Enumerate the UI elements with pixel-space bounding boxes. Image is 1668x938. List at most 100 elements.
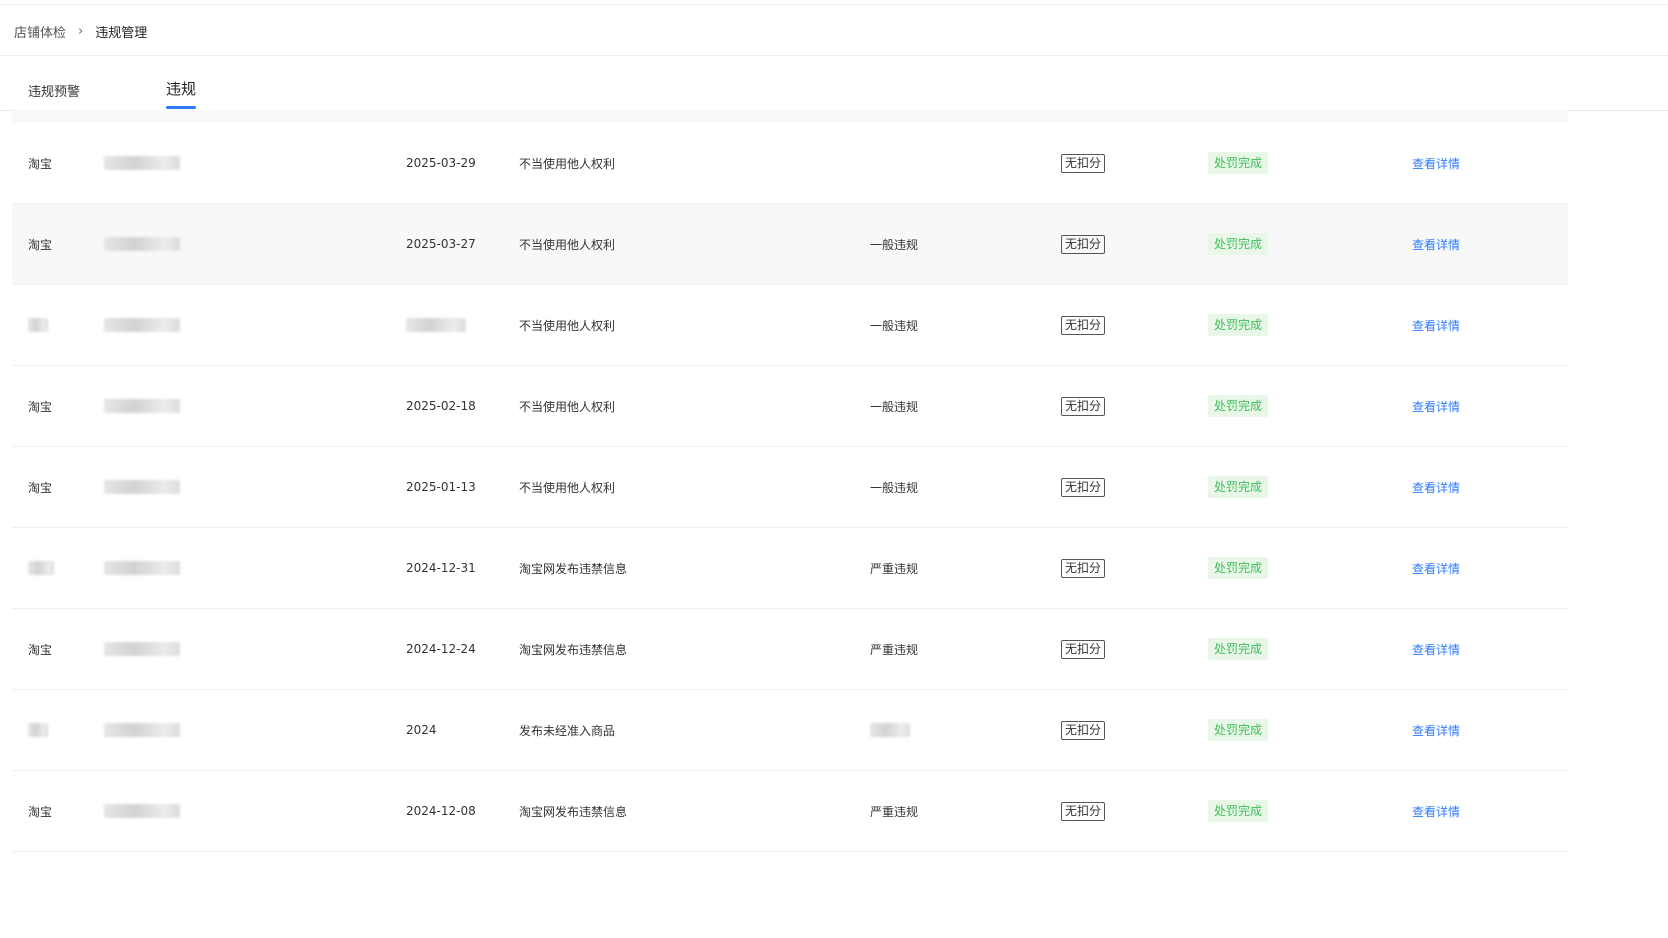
action-cell: 查看详情 <box>1412 528 1460 608</box>
points-cell: 无扣分 <box>1061 366 1106 446</box>
platform-cell: 淘宝 <box>28 399 53 414</box>
platform-cell <box>28 690 48 770</box>
shop-name-cell <box>104 204 180 284</box>
points-tag: 无扣分 <box>1061 801 1106 821</box>
status-badge: 处罚完成 <box>1208 314 1269 336</box>
status-badge: 处罚完成 <box>1208 800 1269 822</box>
shop-name-cell <box>104 528 180 608</box>
level-cell: 一般违规 <box>870 237 919 252</box>
reason-cell: 不当使用他人权利 <box>519 318 616 333</box>
view-detail-link[interactable]: 查看详情 <box>1412 641 1460 658</box>
platform-cell: 淘宝 <box>28 237 53 252</box>
table-row: 2024-12-31 淘宝网发布违禁信息 严重违规 无扣分 处罚完成 查看详情 <box>12 528 1568 609</box>
points-tag: 无扣分 <box>1061 639 1106 659</box>
status-cell: 处罚完成 <box>1208 771 1269 851</box>
platform-cell: 淘宝 <box>28 804 53 819</box>
platform-cell: 淘宝 <box>28 156 53 171</box>
shop-name-cell <box>104 690 180 770</box>
action-cell: 查看详情 <box>1412 771 1460 851</box>
platform-redacted <box>28 561 54 575</box>
level-cell: 严重违规 <box>870 561 919 576</box>
status-cell: 处罚完成 <box>1208 204 1269 284</box>
shop-name-redacted <box>104 723 180 737</box>
reason-cell: 不当使用他人权利 <box>519 156 616 171</box>
points-tag: 无扣分 <box>1061 558 1106 578</box>
status-cell: 处罚完成 <box>1208 528 1269 608</box>
status-badge: 处罚完成 <box>1208 638 1269 660</box>
points-tag: 无扣分 <box>1061 315 1106 335</box>
platform-cell: 淘宝 <box>28 480 53 495</box>
date-cell: 2024-12-24 <box>406 642 476 656</box>
points-cell: 无扣分 <box>1061 771 1106 851</box>
view-detail-link[interactable]: 查看详情 <box>1412 560 1460 577</box>
points-cell: 无扣分 <box>1061 285 1106 365</box>
status-cell: 处罚完成 <box>1208 285 1269 365</box>
points-tag: 无扣分 <box>1061 720 1106 740</box>
platform-redacted <box>28 318 48 332</box>
points-cell: 无扣分 <box>1061 690 1106 770</box>
date-cell <box>406 285 466 365</box>
level-cell: 一般违规 <box>870 318 919 333</box>
table-row: 不当使用他人权利 一般违规 无扣分 处罚完成 查看详情 <box>12 285 1568 366</box>
shop-name-redacted <box>104 156 180 170</box>
points-cell: 无扣分 <box>1061 447 1106 527</box>
shop-name-redacted <box>104 561 180 575</box>
date-cell: 2025-01-13 <box>406 480 476 494</box>
view-detail-link[interactable]: 查看详情 <box>1412 236 1460 253</box>
table-row: 2024 发布未经准入商品 无扣分 处罚完成 查看详情 <box>12 690 1568 771</box>
breadcrumb: 店铺体检 › 违规管理 <box>14 20 147 42</box>
shop-name-redacted <box>104 642 180 656</box>
date-cell: 2025-03-29 <box>406 156 476 170</box>
platform-cell <box>28 285 48 365</box>
status-cell: 处罚完成 <box>1208 447 1269 527</box>
level-cell: 一般违规 <box>870 480 919 495</box>
table-row: 淘宝 2025-03-29 不当使用他人权利 无扣分 处罚完成 查看详情 <box>12 123 1568 204</box>
tab-violation-warning[interactable]: 违规预警 <box>28 81 80 100</box>
view-detail-link[interactable]: 查看详情 <box>1412 155 1460 172</box>
action-cell: 查看详情 <box>1412 123 1460 203</box>
status-badge: 处罚完成 <box>1208 233 1269 255</box>
status-badge: 处罚完成 <box>1208 719 1269 741</box>
shop-name-redacted <box>104 399 180 413</box>
level-cell <box>870 690 930 770</box>
reason-cell: 不当使用他人权利 <box>519 237 616 252</box>
date-cell: 2024 <box>406 723 437 737</box>
active-tab-indicator <box>166 106 196 109</box>
shop-name-cell <box>104 366 180 446</box>
points-tag: 无扣分 <box>1061 396 1106 416</box>
tab-bar: 违规预警 违规 <box>0 72 1668 111</box>
reason-cell: 发布未经准入商品 <box>519 723 616 738</box>
status-badge: 处罚完成 <box>1208 476 1269 498</box>
violation-table: 淘宝 2025-03-29 不当使用他人权利 无扣分 处罚完成 查看详情 淘宝 … <box>12 123 1568 852</box>
platform-cell <box>28 528 54 608</box>
breadcrumb-parent[interactable]: 店铺体检 <box>14 22 66 41</box>
action-cell: 查看详情 <box>1412 690 1460 770</box>
view-detail-link[interactable]: 查看详情 <box>1412 803 1460 820</box>
reason-cell: 淘宝网发布违禁信息 <box>519 561 628 576</box>
view-detail-link[interactable]: 查看详情 <box>1412 317 1460 334</box>
reason-cell: 不当使用他人权利 <box>519 480 616 495</box>
shop-name-cell <box>104 285 180 365</box>
status-cell: 处罚完成 <box>1208 609 1269 689</box>
shop-name-cell <box>104 609 180 689</box>
reason-cell: 不当使用他人权利 <box>519 399 616 414</box>
table-header <box>12 110 1568 123</box>
platform-cell: 淘宝 <box>28 642 53 657</box>
level-cell: 严重违规 <box>870 642 919 657</box>
view-detail-link[interactable]: 查看详情 <box>1412 479 1460 496</box>
status-badge: 处罚完成 <box>1208 152 1269 174</box>
view-detail-link[interactable]: 查看详情 <box>1412 398 1460 415</box>
action-cell: 查看详情 <box>1412 285 1460 365</box>
points-cell: 无扣分 <box>1061 204 1106 284</box>
breadcrumb-current: 违规管理 <box>95 25 148 41</box>
date-redacted <box>406 318 466 332</box>
shop-name-redacted <box>104 804 180 818</box>
tab-violation[interactable]: 违规 <box>166 78 196 99</box>
view-detail-link[interactable]: 查看详情 <box>1412 722 1460 739</box>
points-tag: 无扣分 <box>1061 477 1106 497</box>
table-row: 淘宝 2025-03-27 不当使用他人权利 一般违规 无扣分 处罚完成 查看详… <box>12 204 1568 285</box>
reason-cell: 淘宝网发布违禁信息 <box>519 642 628 657</box>
points-cell: 无扣分 <box>1061 528 1106 608</box>
status-badge: 处罚完成 <box>1208 395 1269 417</box>
shop-name-redacted <box>104 480 180 494</box>
